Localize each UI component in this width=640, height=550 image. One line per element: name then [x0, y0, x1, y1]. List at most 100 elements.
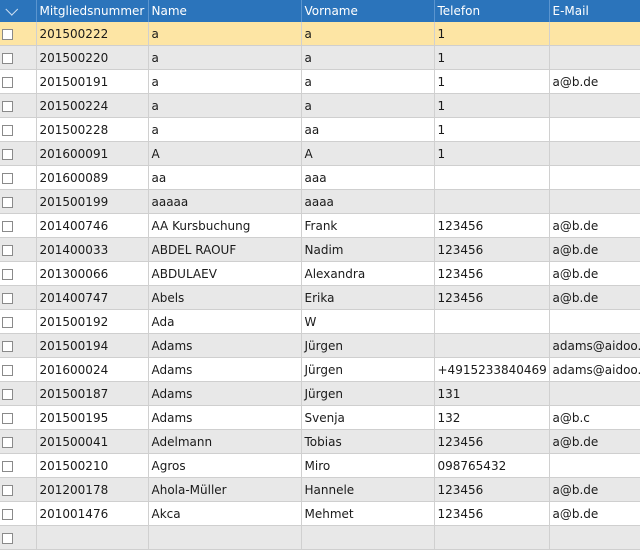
name-cell: Akca	[148, 501, 302, 526]
email-cell: adams@aidoo.de	[549, 357, 640, 382]
member-number-cell: 201500228	[36, 117, 149, 142]
first-name-cell: W	[301, 309, 435, 334]
table-row[interactable]: 201500041 Adelmann Tobias 123456 a@b.de	[0, 429, 640, 454]
row-checkbox-cell	[0, 285, 37, 310]
table-row[interactable]: 201500228 a aa 1	[0, 117, 640, 142]
column-header-name[interactable]: Name	[148, 0, 302, 22]
member-number-cell: 201300066	[36, 261, 149, 286]
name-cell: Ada	[148, 309, 302, 334]
table-row[interactable]: 201300066 ABDULAEV Alexandra 123456 a@b.de	[0, 261, 640, 286]
select-all-header[interactable]	[0, 0, 37, 22]
row-checkbox[interactable]	[2, 28, 13, 40]
table-row[interactable]: 201400747 Abels Erika 123456 a@b.de	[0, 285, 640, 310]
name-cell: Ahola-Müller	[148, 477, 302, 502]
row-checkbox[interactable]	[2, 484, 13, 496]
row-checkbox[interactable]	[2, 196, 13, 208]
email-cell: a@b.de	[549, 501, 640, 526]
table-row[interactable]: 201001476 Akca Mehmet 123456 a@b.de	[0, 501, 640, 526]
member-number-cell: 201500187	[36, 381, 149, 406]
row-checkbox-cell	[0, 333, 37, 358]
row-checkbox[interactable]	[2, 412, 13, 424]
email-cell	[549, 117, 640, 142]
row-checkbox[interactable]	[2, 268, 13, 280]
first-name-cell: a	[301, 69, 435, 94]
row-checkbox-cell	[0, 429, 37, 454]
first-name-cell: Tobias	[301, 429, 435, 454]
row-checkbox-cell	[0, 405, 37, 430]
phone-cell: 123456	[434, 429, 550, 454]
row-checkbox[interactable]	[2, 220, 13, 232]
row-checkbox-cell	[0, 213, 37, 238]
member-number-cell: 201500220	[36, 45, 149, 70]
member-number-cell: 201500041	[36, 429, 149, 454]
row-checkbox[interactable]	[2, 316, 13, 328]
phone-cell: 123456	[434, 237, 550, 262]
row-checkbox[interactable]	[2, 532, 13, 544]
row-checkbox-cell	[0, 261, 37, 286]
table-row[interactable]: 201500220 a a 1	[0, 45, 640, 70]
table-row[interactable]: 201600089 aa aaa	[0, 165, 640, 190]
table-row[interactable]: 201400746 AA Kursbuchung Frank 123456 a@b.de	[0, 213, 640, 238]
row-checkbox-cell	[0, 357, 37, 382]
email-cell: a@b.de	[549, 237, 640, 262]
table-row[interactable]: 201500191 a a 1 a@b.de	[0, 69, 640, 94]
row-checkbox[interactable]	[2, 460, 13, 472]
table-row[interactable]: 201500222 a a 1	[0, 22, 640, 46]
column-header-vorname[interactable]: Vorname	[301, 0, 435, 22]
member-number-cell: 201500195	[36, 405, 149, 430]
email-cell: a@b.de	[549, 213, 640, 238]
row-checkbox[interactable]	[2, 340, 13, 352]
table-row[interactable]: 201500210 Agros Miro 098765432	[0, 453, 640, 478]
email-cell	[549, 45, 640, 70]
row-checkbox[interactable]	[2, 148, 13, 160]
email-cell: a@b.de	[549, 261, 640, 286]
table-row[interactable]: 201200178 Ahola-Müller Hannele 123456 a@b.de	[0, 477, 640, 502]
grid-header: Mitgliedsnummer Name Vorname Telefon E-M…	[0, 0, 640, 22]
email-cell: adams@aidoo.de	[549, 333, 640, 358]
column-header-mitgliedsnummer[interactable]: Mitgliedsnummer	[36, 0, 149, 22]
table-row[interactable]: 201500187 Adams Jürgen 131	[0, 381, 640, 406]
first-name-cell: a	[301, 22, 435, 46]
table-row[interactable]: 201500194AdamsJürgen adams@aidoo.de	[0, 333, 640, 358]
row-checkbox-cell	[0, 477, 37, 502]
row-checkbox-cell	[0, 525, 37, 550]
row-checkbox[interactable]	[2, 436, 13, 448]
row-checkbox-cell	[0, 45, 37, 70]
row-checkbox[interactable]	[2, 244, 13, 256]
row-checkbox[interactable]	[2, 388, 13, 400]
row-checkbox-cell	[0, 309, 37, 334]
row-checkbox[interactable]	[2, 172, 13, 184]
row-checkbox[interactable]	[2, 508, 13, 520]
row-checkbox[interactable]	[2, 100, 13, 112]
phone-cell: 098765432	[434, 453, 550, 478]
name-cell: Abels	[148, 285, 302, 310]
row-checkbox[interactable]	[2, 76, 13, 88]
row-checkbox-cell	[0, 381, 37, 406]
first-name-cell: Svenja	[301, 405, 435, 430]
table-row[interactable]: 201500195 Adams Svenja 132 a@b.c	[0, 405, 640, 430]
row-checkbox-cell	[0, 501, 37, 526]
table-row[interactable]: 201600091 A A 1	[0, 141, 640, 166]
table-row[interactable]: 201400033 ABDEL RAOUF Nadim 123456 a@b.de	[0, 237, 640, 262]
email-cell	[549, 189, 640, 214]
member-number-cell: 201500224	[36, 93, 149, 118]
table-row[interactable]: 201500192 Ada W	[0, 309, 640, 334]
name-cell: Agros	[148, 453, 302, 478]
row-checkbox[interactable]	[2, 292, 13, 304]
table-row[interactable]: 201600024 Adams Jürgen +4915233840469 adams@…	[0, 357, 640, 382]
email-cell: a@b.c	[549, 405, 640, 430]
row-checkbox[interactable]	[2, 364, 13, 376]
first-name-cell: a	[301, 93, 435, 118]
member-number-cell: 201001476	[36, 501, 149, 526]
table-row[interactable]: 201500199 aaaaa aaaa	[0, 189, 640, 214]
row-checkbox[interactable]	[2, 52, 13, 64]
column-header-telefon[interactable]: Telefon	[434, 0, 550, 22]
name-cell: a	[148, 69, 302, 94]
table-row[interactable]: 201500224 a a 1	[0, 93, 640, 118]
members-grid: Mitgliedsnummer Name Vorname Telefon E-M…	[0, 0, 640, 550]
row-checkbox[interactable]	[2, 124, 13, 136]
column-header-email[interactable]: E-Mail	[549, 0, 640, 22]
table-row[interactable]	[0, 525, 640, 550]
member-number-cell: 201600091	[36, 141, 149, 166]
phone-cell: 123456	[434, 477, 550, 502]
